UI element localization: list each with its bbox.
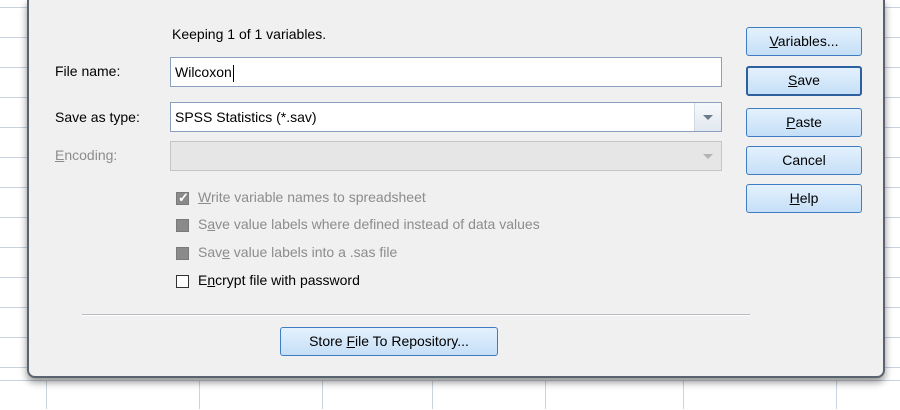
label-part: Sav bbox=[198, 244, 223, 260]
label-mnemonic: n bbox=[207, 272, 216, 288]
encoding-select bbox=[170, 141, 722, 171]
save-button[interactable]: Save bbox=[746, 66, 862, 96]
label-mnemonic: H bbox=[789, 190, 800, 206]
grid-column-line bbox=[683, 380, 684, 409]
separator bbox=[82, 314, 750, 316]
file-name-value: Wilcoxon bbox=[175, 64, 232, 80]
label-part: ve value labels where defined instead of… bbox=[215, 216, 540, 232]
label-mnemonic: V bbox=[769, 33, 778, 49]
grid-column-line bbox=[199, 380, 200, 409]
label-part: E bbox=[198, 272, 208, 288]
label-mnemonic: F bbox=[346, 333, 356, 349]
save-as-type-select[interactable]: SPSS Statistics (*.sav) bbox=[170, 102, 722, 132]
label-mnemonic: a bbox=[207, 216, 216, 232]
encrypt-checkbox[interactable] bbox=[176, 275, 189, 288]
label-part: ariables... bbox=[777, 33, 839, 49]
encoding-label-rest: ncoding: bbox=[64, 147, 118, 163]
label-mnemonic: e bbox=[222, 244, 230, 260]
chevron-down-icon bbox=[695, 142, 721, 170]
label-part: S bbox=[198, 216, 208, 232]
variables-button[interactable]: Variables... bbox=[746, 27, 862, 56]
chevron-down-icon[interactable] bbox=[694, 103, 721, 131]
label-part: value labels into a .sas file bbox=[229, 244, 398, 260]
keeping-variables-text: Keeping 1 of 1 variables. bbox=[172, 26, 327, 42]
file-name-input[interactable]: Wilcoxon bbox=[170, 57, 722, 87]
background-spreadsheet-row bbox=[0, 380, 900, 410]
encoding-label: Encoding: bbox=[55, 147, 117, 163]
save-sas-label: Save value labels into a .sas file bbox=[198, 244, 397, 260]
label-part: elp bbox=[799, 190, 819, 206]
grid-column-line bbox=[46, 380, 47, 409]
save-sas-checkbox bbox=[176, 247, 189, 260]
label-mnemonic: W bbox=[198, 189, 211, 205]
write-names-checkbox: ✓ bbox=[176, 190, 189, 205]
grid-column-line bbox=[836, 380, 837, 409]
label-part: ave bbox=[797, 72, 820, 88]
grid-column-line bbox=[432, 380, 433, 409]
encrypt-label[interactable]: Encrypt file with password bbox=[198, 272, 360, 288]
label-mnemonic: S bbox=[788, 72, 798, 88]
help-button[interactable]: Help bbox=[746, 184, 862, 213]
label-part: Store bbox=[309, 333, 347, 349]
text-cursor bbox=[232, 64, 234, 82]
save-value-labels-label: Save value labels where defined instead … bbox=[198, 216, 540, 232]
label-part: aste bbox=[795, 114, 822, 130]
checkmark-icon: ✓ bbox=[178, 190, 189, 205]
store-file-to-repository-button[interactable]: Store File To Repository... bbox=[280, 327, 498, 356]
save-data-dialog: Keeping 1 of 1 variables. File name: Wil… bbox=[27, 0, 885, 378]
paste-button[interactable]: Paste bbox=[746, 108, 862, 137]
grid-column-line bbox=[322, 380, 323, 409]
save-as-type-value: SPSS Statistics (*.sav) bbox=[175, 109, 317, 125]
label-part: Cancel bbox=[782, 152, 826, 168]
write-names-label: Write variable names to spreadsheet bbox=[198, 189, 426, 205]
save-as-type-label: Save as type: bbox=[55, 109, 140, 125]
cancel-button[interactable]: Cancel bbox=[746, 146, 862, 175]
encoding-label-mnemonic: E bbox=[55, 147, 65, 163]
grid-column-line bbox=[545, 380, 546, 409]
file-name-label: File name: bbox=[55, 63, 121, 79]
label-part: rite variable names to spreadsheet bbox=[210, 189, 426, 205]
label-part: crypt file with password bbox=[215, 272, 360, 288]
label-part: ile To Repository... bbox=[355, 333, 469, 349]
save-value-labels-checkbox bbox=[176, 219, 189, 232]
